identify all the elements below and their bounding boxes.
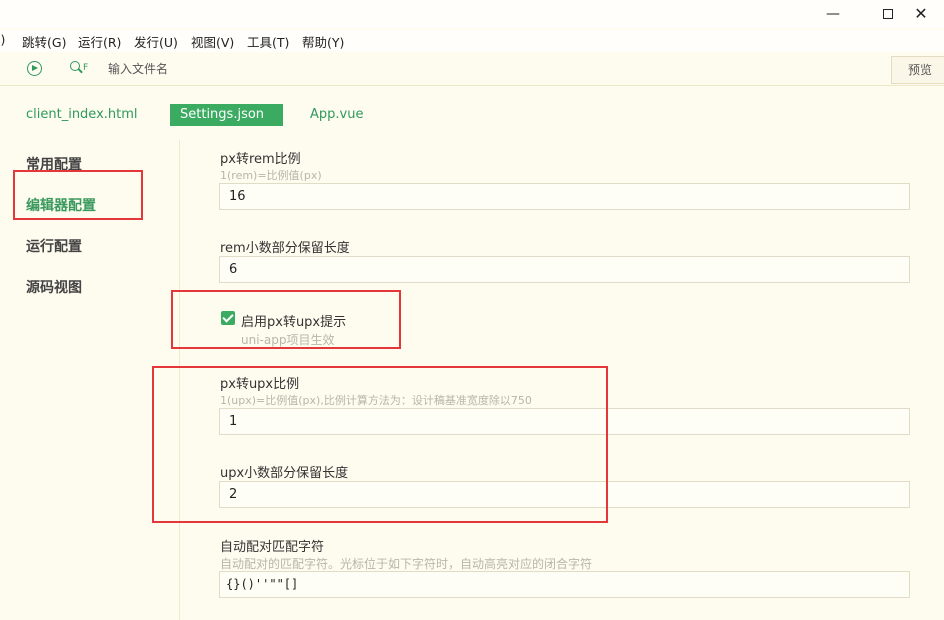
- px-rem-label: px转rem比例: [220, 152, 301, 167]
- preview-button[interactable]: 预览: [891, 56, 944, 84]
- minimize-button[interactable]: —: [810, 0, 856, 28]
- close-icon: ✕: [914, 4, 928, 23]
- tab-settings-json[interactable]: Settings.json: [170, 104, 283, 126]
- search-icon[interactable]: F: [70, 58, 92, 78]
- close-button[interactable]: ✕: [898, 0, 944, 28]
- sidebar-item-run[interactable]: 运行配置: [26, 236, 82, 256]
- menu-item-view[interactable]: 视图(V): [191, 32, 234, 51]
- menu-item-help[interactable]: 帮助(Y): [302, 32, 344, 51]
- auto-pair-input[interactable]: {}()''""[]: [219, 571, 910, 598]
- tab-client-index[interactable]: client_index.html: [26, 104, 138, 126]
- menu-bar: l) 跳转(G) 运行(R) 发行(U) 视图(V) 工具(T) 帮助(Y): [0, 30, 944, 52]
- menu-item-tools[interactable]: 工具(T): [247, 32, 289, 51]
- highlight-box-editor-config: [13, 170, 143, 220]
- menu-item-run[interactable]: 运行(R): [78, 32, 121, 51]
- rem-decimal-label: rem小数部分保留长度: [220, 241, 350, 256]
- minimize-icon: —: [826, 6, 840, 22]
- highlight-box-upx-settings: [152, 366, 608, 523]
- search-icon-suffix: F: [83, 63, 89, 73]
- run-icon[interactable]: [27, 61, 42, 76]
- toolbar: F 预览: [0, 52, 944, 86]
- menu-item-previous[interactable]: l): [0, 32, 5, 47]
- title-bar: — ✕: [0, 0, 944, 28]
- rem-decimal-input[interactable]: 6: [219, 256, 910, 283]
- auto-pair-label: 自动配对匹配字符: [220, 540, 325, 555]
- tab-app-vue[interactable]: App.vue: [310, 104, 363, 126]
- px-rem-hint: 1(rem)=比例值(px): [220, 169, 322, 182]
- highlight-box-px-upx-hint: [171, 290, 401, 349]
- menu-item-goto[interactable]: 跳转(G): [22, 32, 66, 51]
- maximize-icon: [883, 9, 893, 19]
- px-rem-input[interactable]: 16: [219, 183, 910, 210]
- sidebar-item-source-view[interactable]: 源码视图: [26, 277, 82, 297]
- file-search-input[interactable]: [100, 59, 400, 79]
- auto-pair-hint: 自动配对的匹配字符。光标位于如下字符时，自动高亮对应的闭合字符: [220, 557, 593, 571]
- menu-item-publish[interactable]: 发行(U): [134, 32, 178, 51]
